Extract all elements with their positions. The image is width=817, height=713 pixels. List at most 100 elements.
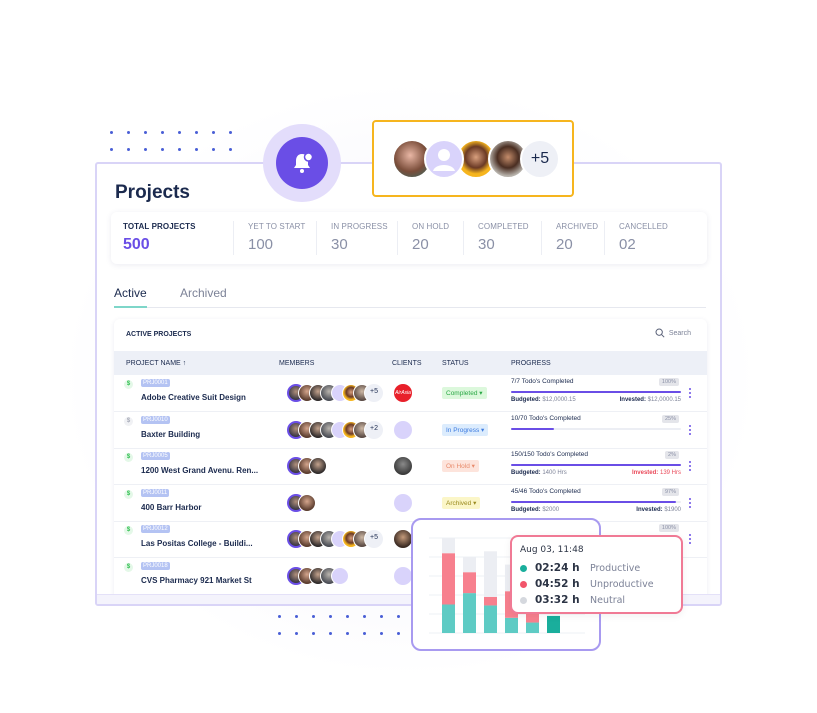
- stat-label: ON HOLD: [412, 222, 450, 231]
- decorative-dot: [144, 131, 147, 134]
- search-button[interactable]: Search: [655, 328, 691, 338]
- decorative-dot: [329, 632, 332, 635]
- row-menu-kebab-icon[interactable]: [689, 461, 692, 473]
- client-logo[interactable]: [394, 530, 412, 548]
- project-id: PRJ0010: [141, 415, 170, 424]
- status-dropdown[interactable]: Completed ▾: [442, 387, 487, 399]
- decorative-dot: [278, 615, 281, 618]
- more-members-badge[interactable]: +2: [364, 419, 384, 440]
- project-name[interactable]: 400 Barr Harbor: [141, 503, 201, 512]
- bar-6-highlight[interactable]: [547, 615, 560, 633]
- productive-label: Productive: [590, 562, 641, 574]
- client-logo[interactable]: [394, 493, 412, 512]
- status-dropdown[interactable]: On Hold ▾: [442, 460, 479, 472]
- table-title: ACTIVE PROJECTS: [126, 331, 192, 338]
- decorative-dot: [312, 615, 315, 618]
- todos-completed: 10/70 Todo's Completed: [511, 414, 581, 422]
- stat-value: 20: [556, 236, 573, 253]
- column-clients: CLIENTS: [392, 360, 422, 367]
- bar-4-productive[interactable]: [505, 617, 518, 633]
- progress-cell: 45/46 Todo's Completed 97% Budgeted: $20…: [511, 487, 681, 513]
- client-logo[interactable]: [394, 420, 412, 439]
- billing-dollar-icon: $: [124, 380, 133, 389]
- unproductive-value: 04:52 h: [535, 578, 580, 590]
- more-members-badge[interactable]: +5: [364, 529, 384, 549]
- decorative-dot: [363, 615, 366, 618]
- bar-2-productive[interactable]: [463, 593, 476, 633]
- notification-button[interactable]: [276, 137, 328, 189]
- decorative-dot: [178, 148, 181, 151]
- bar-2-unproductive[interactable]: [463, 572, 476, 594]
- bar-2-neutral[interactable]: [463, 557, 476, 573]
- row-menu-kebab-icon[interactable]: [689, 497, 692, 510]
- bar-3-neutral[interactable]: [484, 551, 497, 597]
- tab-active[interactable]: Active: [114, 286, 147, 308]
- project-name[interactable]: Las Positas College - Buildi...: [141, 539, 253, 548]
- decorative-dot: [144, 148, 147, 151]
- bar-1-unproductive[interactable]: [442, 553, 455, 605]
- decorative-dot: [212, 148, 215, 151]
- column-project-name[interactable]: PROJECT NAME ↑: [126, 360, 186, 367]
- stat-yet-to-start: YET TO START 100: [234, 212, 316, 264]
- decorative-dot: [363, 632, 366, 635]
- tooltip-row-unproductive: 04:52 h Unproductive: [520, 578, 654, 590]
- status-dropdown[interactable]: Archived ▾: [442, 496, 481, 509]
- client-logo[interactable]: [394, 566, 412, 585]
- page-title: Projects: [115, 182, 190, 203]
- column-status: STATUS: [442, 360, 469, 367]
- tab-archived[interactable]: Archived: [180, 286, 227, 306]
- avatar-placeholder[interactable]: [424, 139, 464, 179]
- decorative-dot: [127, 148, 130, 151]
- neutral-label: Neutral: [590, 594, 626, 606]
- decorative-dot: [195, 148, 198, 151]
- stat-total-projects: TOTAL PROJECTS 500: [111, 212, 233, 264]
- stat-label: YET TO START: [248, 222, 306, 231]
- member-avatar[interactable]: [309, 457, 327, 475]
- activity-tooltip: Aug 03, 11:48 02:24 h Productive 04:52 h…: [510, 535, 683, 614]
- status-dropdown[interactable]: In Progress ▾: [442, 423, 489, 436]
- project-tabs: Active Archived: [114, 286, 706, 308]
- project-name[interactable]: Baxter Building: [141, 430, 200, 439]
- bar-1-productive[interactable]: [442, 604, 455, 634]
- decorative-dot: [195, 131, 198, 134]
- bar-3-unproductive[interactable]: [484, 596, 497, 606]
- decorative-dot: [110, 131, 113, 134]
- more-members-badge[interactable]: +5: [364, 383, 384, 403]
- decorative-dot: [346, 632, 349, 635]
- row-menu-kebab-icon[interactable]: [689, 388, 692, 400]
- budgeted: Budgeted: $2000: [511, 506, 560, 513]
- billing-dollar-icon: $: [124, 562, 133, 572]
- decorative-dot: [178, 131, 181, 134]
- row-menu-kebab-icon[interactable]: [689, 424, 692, 437]
- table-row[interactable]: $ PRJ0001 Adobe Creative Suit Design +5 A…: [114, 375, 707, 412]
- table-row[interactable]: $ PRJ0010 Baxter Building +2 In Progress …: [114, 412, 707, 449]
- client-logo[interactable]: [394, 457, 412, 475]
- neutral-value: 03:32 h: [535, 594, 580, 606]
- member-avatars: +2: [287, 419, 384, 440]
- member-avatar[interactable]: [331, 566, 349, 585]
- decorative-dot: [380, 632, 383, 635]
- table-row[interactable]: $ PRJ0011 400 Barr Harbor Archived ▾ 45/…: [114, 485, 707, 522]
- project-name[interactable]: Adobe Creative Suit Design: [141, 393, 246, 402]
- bar-5-productive[interactable]: [526, 622, 539, 633]
- table-row[interactable]: $ PRJ0005 1200 West Grand Avenu. Ren... …: [114, 448, 707, 485]
- productive-dot-icon: [520, 564, 527, 572]
- progress-bar: [511, 391, 681, 393]
- member-avatar[interactable]: [298, 493, 316, 512]
- progress-bar: [511, 500, 681, 503]
- project-id: PRJ0011: [141, 488, 170, 497]
- member-avatars: +5: [287, 529, 384, 549]
- client-logo[interactable]: AirAsia: [394, 384, 412, 402]
- bar-3-productive[interactable]: [484, 605, 497, 633]
- row-menu-kebab-icon[interactable]: [689, 534, 692, 546]
- todos-completed: 45/46 Todo's Completed: [511, 487, 581, 495]
- progress-bar: [511, 427, 681, 430]
- stat-value: 500: [123, 236, 150, 253]
- project-name[interactable]: 1200 West Grand Avenu. Ren...: [141, 466, 258, 475]
- more-members-badge[interactable]: +5: [520, 139, 560, 179]
- progress-bar-fill: [511, 500, 676, 503]
- decorative-dot-grid: [278, 615, 414, 635]
- bar-1-neutral[interactable]: [442, 538, 455, 554]
- budgeted: Budgeted: $12,0000.15: [511, 397, 576, 403]
- project-name[interactable]: CVS Pharmacy 921 Market St: [141, 576, 252, 585]
